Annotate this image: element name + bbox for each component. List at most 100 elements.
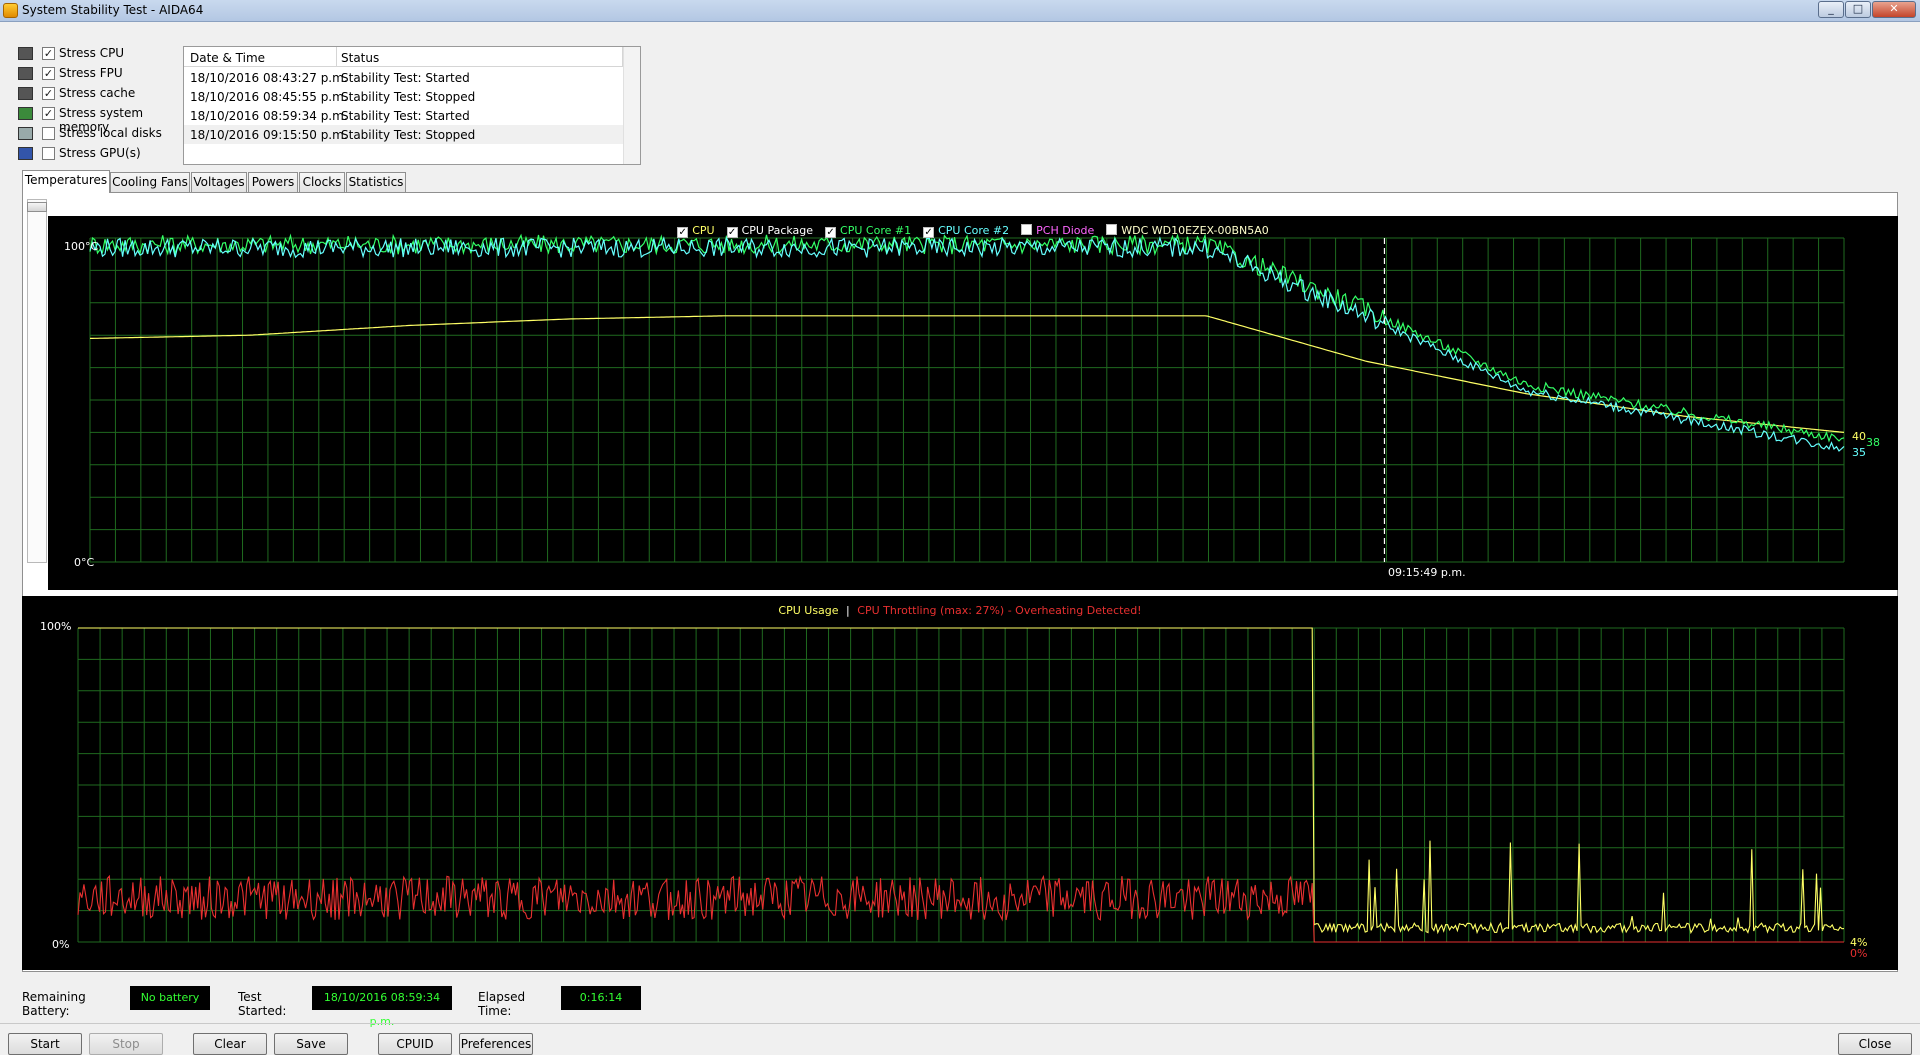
cpu-usage-plot [77,627,1845,943]
log-time: 18/10/2016 08:45:55 p.m. [190,90,348,104]
column-header-status[interactable]: Status [341,51,379,65]
log-time: 18/10/2016 08:43:27 p.m. [190,71,348,85]
series-line-cpu-core-1 [89,233,1845,443]
title-bar: System Stability Test - AIDA64 _ □ ✕ [0,0,1920,22]
tab-clocks[interactable]: Clocks [299,172,345,192]
tab-powers[interactable]: Powers [248,172,298,192]
cpu-end-value: 40 [1852,430,1866,443]
stress-option-5[interactable]: Stress GPU(s) [18,144,188,164]
stress-checkbox[interactable]: ✓ [42,107,55,120]
log-row[interactable]: 18/10/2016 08:59:34 p.m. Stability Test: … [184,106,624,125]
log-status: Stability Test: Stopped [341,90,476,104]
core2-end-value: 35 [1852,446,1866,459]
throttle-end-value: 0% [1850,947,1868,960]
clear-button[interactable]: Clear [193,1033,267,1055]
divider [0,1023,1920,1024]
log-time: 18/10/2016 08:59:34 p.m. [190,109,348,123]
stress-checkbox[interactable]: ✓ [42,47,55,60]
log-scrollbar[interactable] [623,47,640,164]
tab-voltages[interactable]: Voltages [191,172,247,192]
stress-checkbox[interactable]: ✓ [42,87,55,100]
core1-end-value: 38 [1866,436,1880,449]
legend-cpu-throttling[interactable]: CPU Throttling (max: 27%) - Overheating … [857,604,1141,617]
cache-icon [18,87,33,100]
stress-label[interactable]: Stress CPU [59,46,124,60]
battery-label: Remaining Battery: [22,990,86,1018]
log-header: Date & Time Status [184,47,624,67]
stress-option-2[interactable]: ✓ Stress cache [18,84,188,104]
cpu-usage-chart: CPU Usage | CPU Throttling (max: 27%) - … [22,596,1898,970]
test-started-label: Test Started: [238,990,287,1018]
log-row[interactable]: 18/10/2016 08:43:27 p.m. Stability Test: … [184,68,624,87]
cpu-icon [18,47,33,60]
legend-checkbox[interactable]: ✓ [677,227,689,238]
stress-option-0[interactable]: ✓ Stress CPU [18,44,188,64]
legend-item[interactable]: ✓ CPU Core #2 [923,224,1009,238]
legend-checkbox[interactable] [1106,224,1118,235]
legend-item[interactable]: ✓ CPU [677,224,715,238]
log-time: 18/10/2016 09:15:50 p.m. [190,128,348,142]
tab-cooling-fans[interactable]: Cooling Fans [110,172,190,192]
tab-statistics[interactable]: Statistics [346,172,406,192]
log-status: Stability Test: Started [341,71,470,85]
stop-button[interactable]: Stop [89,1033,163,1055]
chart-grid [89,237,1845,563]
aida64-app-icon [3,3,18,18]
zoom-slider-thumb[interactable] [27,202,47,212]
elapsed-time-label: Elapsed Time: [478,990,526,1018]
stress-checkbox[interactable]: ✓ [42,67,55,80]
preferences-button[interactable]: Preferences [459,1033,533,1055]
legend-cpu-usage[interactable]: CPU Usage [778,604,838,617]
legend-checkbox[interactable]: ✓ [825,227,837,238]
close-button[interactable]: Close [1838,1033,1912,1055]
temperature-chart: ✓ CPU ✓ CPU Package ✓ CPU Core #1 ✓ CPU Core #2… [48,216,1898,590]
stress-label[interactable]: Stress GPU(s) [59,146,141,160]
time-marker-label: 09:15:49 p.m. [1388,566,1466,579]
save-button[interactable]: Save [274,1033,348,1055]
cpuid-button[interactable]: CPUID [378,1033,452,1055]
legend-label: PCH Diode [1036,224,1095,237]
maximize-button[interactable]: □ [1845,1,1871,18]
start-button[interactable]: Start [8,1033,82,1055]
log-row[interactable]: 18/10/2016 08:45:55 p.m. Stability Test: … [184,87,624,106]
window-title: System Stability Test - AIDA64 [22,3,204,17]
temp-y-max-label: 100°C [64,240,99,253]
main-window: ✓ Stress CPU ✓ Stress FPU ✓ Stress cache ✓ Stre… [0,22,1920,1055]
legend-item[interactable]: WDC WD10EZEX-00BN5A0 [1106,224,1269,237]
tab-temperatures[interactable]: Temperatures [22,170,110,193]
memory-icon [18,107,33,120]
stress-checkbox[interactable] [42,147,55,160]
temperature-legend: ✓ CPU ✓ CPU Package ✓ CPU Core #1 ✓ CPU Core #2… [48,224,1898,238]
elapsed-time-value: 0:16:14 [561,986,641,1010]
log-status: Stability Test: Started [341,109,470,123]
stress-checkbox[interactable] [42,127,55,140]
disk-icon [18,127,33,140]
stress-label[interactable]: Stress cache [59,86,135,100]
stress-option-3[interactable]: ✓ Stress system memory [18,104,188,134]
minimize-button[interactable]: _ [1818,1,1844,18]
usage-y-max-label: 100% [40,620,72,633]
stress-label[interactable]: Stress local disks [59,126,162,140]
log-status: Stability Test: Stopped [341,128,476,142]
legend-checkbox[interactable]: ✓ [726,227,738,238]
temperature-plot [89,233,1845,563]
legend-label: CPU Core #2 [938,224,1010,237]
log-row[interactable]: 18/10/2016 09:15:50 p.m. Stability Test: … [184,125,624,144]
zoom-slider[interactable] [27,199,47,563]
legend-item[interactable]: PCH Diode [1021,224,1094,237]
legend-label: CPU Core #1 [840,224,912,237]
battery-value: No battery [130,986,210,1010]
legend-checkbox[interactable]: ✓ [923,227,935,238]
gpu-icon [18,147,33,160]
fpu-icon [18,67,33,80]
legend-label: WDC WD10EZEX-00BN5A0 [1121,224,1269,237]
window-close-button[interactable]: ✕ [1872,1,1916,18]
event-log[interactable]: Date & Time Status 18/10/2016 08:43:27 p… [183,46,641,165]
stress-label[interactable]: Stress FPU [59,66,123,80]
legend-item[interactable]: ✓ CPU Package [726,224,813,238]
stress-option-4[interactable]: Stress local disks [18,124,188,144]
stress-option-1[interactable]: ✓ Stress FPU [18,64,188,84]
column-header-date-time[interactable]: Date & Time [190,51,265,65]
legend-item[interactable]: ✓ CPU Core #1 [825,224,911,238]
legend-checkbox[interactable] [1021,224,1033,235]
